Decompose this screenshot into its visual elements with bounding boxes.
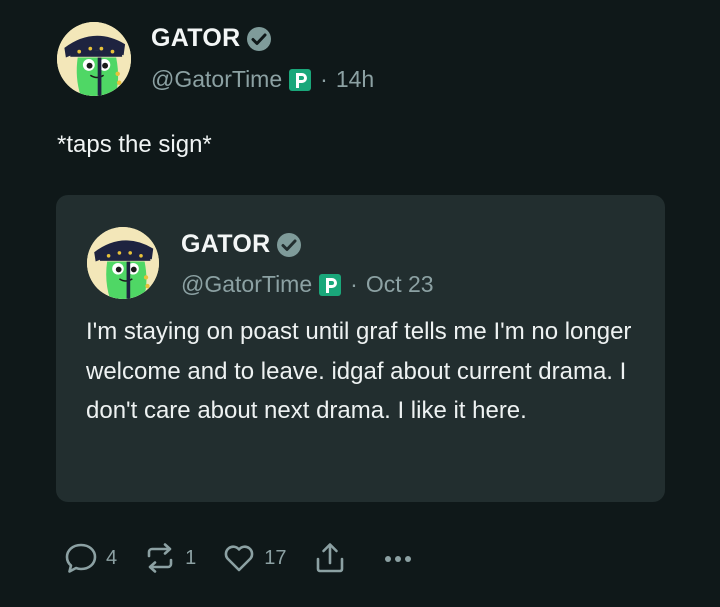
repost-icon: [147, 543, 173, 573]
like-button[interactable]: 17: [220, 539, 287, 577]
reply-button[interactable]: 4: [62, 539, 117, 577]
repost-count: 1: [185, 546, 197, 569]
post-timestamp[interactable]: 14h: [336, 66, 374, 93]
quoted-author-handle-row: @GatorTime · Oct 23: [181, 271, 434, 298]
post-action-bar: 4 1 17: [62, 538, 441, 578]
quoted-post-card[interactable]: GATOR @GatorTime · Oct 23 I'm staying on…: [56, 195, 665, 502]
author-display-name[interactable]: GATOR: [151, 24, 240, 53]
post-text: *taps the sign*: [57, 131, 212, 158]
gator-avatar-image: [87, 227, 159, 299]
quoted-author-avatar[interactable]: [87, 227, 159, 299]
more-options-button[interactable]: [379, 539, 417, 577]
quoted-author-display-name[interactable]: GATOR: [181, 230, 270, 259]
share-icon: [316, 543, 343, 573]
author-handle-row: @GatorTime · 14h: [151, 66, 374, 93]
reply-count: 4: [106, 546, 118, 569]
author-avatar[interactable]: [57, 22, 131, 96]
like-count: 17: [264, 546, 287, 569]
author-handle[interactable]: @GatorTime: [151, 66, 282, 93]
heart-icon: [224, 545, 254, 572]
verified-check-icon: [276, 232, 302, 258]
gator-avatar-image: [57, 22, 131, 96]
separator-dot: ·: [320, 66, 328, 92]
author-name-row: GATOR: [151, 24, 272, 53]
poast-p-icon: [318, 273, 342, 297]
poast-p-icon: [288, 68, 312, 92]
quoted-author-name-row: GATOR: [181, 230, 302, 259]
quoted-author-handle[interactable]: @GatorTime: [181, 271, 312, 298]
more-icon: [384, 556, 411, 562]
repost-button[interactable]: 1: [141, 539, 196, 577]
verified-check-icon: [246, 26, 272, 52]
quoted-post-timestamp[interactable]: Oct 23: [366, 271, 434, 298]
separator-dot: ·: [350, 271, 358, 297]
quoted-post-text: I'm staying on poast until graf tells me…: [86, 318, 632, 424]
share-button[interactable]: [311, 539, 349, 577]
reply-icon: [65, 543, 97, 573]
